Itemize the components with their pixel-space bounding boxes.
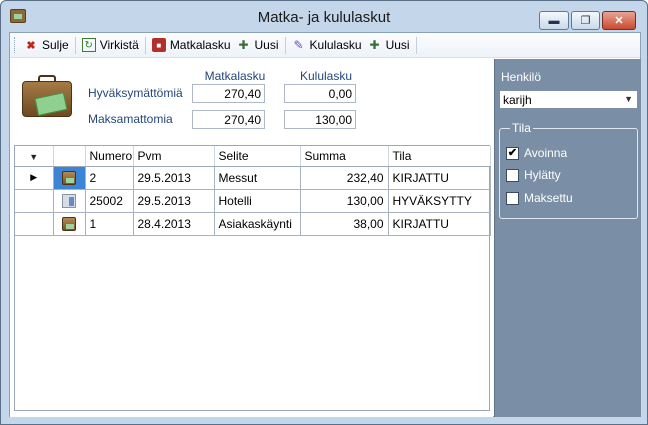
cell-selite[interactable]: Asiakaskäynti <box>214 212 301 236</box>
status-checkbox-hylatty[interactable]: Hylätty <box>506 168 561 182</box>
new-document-icon: ✚ <box>238 38 249 52</box>
new-expense-invoice-button[interactable]: ✚ Uusi <box>365 35 413 55</box>
status-checkbox-maksettu[interactable]: Maksettu <box>506 191 573 205</box>
cell-tila[interactable]: HYVÄKSYTTY <box>388 189 491 213</box>
minimize-button[interactable]: ▬ <box>539 11 569 30</box>
client-area: ✖ Sulje ↻ Virkistä ■ Matkalasku ✚ Uusi ✎… <box>9 32 641 417</box>
title-bar[interactable]: Matka- ja kululaskut ▬ ❐ ✕ <box>1 1 647 31</box>
refresh-button[interactable]: ↻ Virkistä <box>79 35 142 55</box>
row-type-cell[interactable] <box>53 166 86 190</box>
expense-icon <box>62 193 76 208</box>
person-select-value: karijh <box>503 93 532 107</box>
expense-invoice-icon: ✎ <box>293 38 304 52</box>
refresh-label: Virkistä <box>99 38 139 52</box>
checkbox-icon[interactable]: ✔ <box>506 146 519 160</box>
toolbar: ✖ Sulje ↻ Virkistä ■ Matkalasku ✚ Uusi ✎… <box>10 33 640 58</box>
cell-tila[interactable]: KIRJATTU <box>388 212 491 236</box>
toolbar-separator <box>415 36 417 54</box>
unpaid-label: Maksamattomia <box>88 112 173 126</box>
table-row[interactable]: ▶ 2 29.5.2013 Messut 232,40 KIRJATTU <box>15 166 491 190</box>
person-select[interactable]: karijh ▼ <box>499 90 638 109</box>
new-expense-invoice-label: Uusi <box>385 38 410 52</box>
toolbar-separator <box>144 36 146 54</box>
cell-summa[interactable]: 130,00 <box>300 189 389 213</box>
status-group: Tila ✔ Avoinna Hylätty Maksettu <box>499 121 638 219</box>
column-header-numero[interactable]: Numero <box>85 146 134 167</box>
filter-button[interactable]: ▼ <box>15 146 54 167</box>
toolbar-separator <box>74 36 76 54</box>
cell-numero[interactable]: 25002 <box>85 189 134 213</box>
cell-numero[interactable]: 2 <box>85 166 134 190</box>
person-label: Henkilö <box>501 70 542 84</box>
cell-summa[interactable]: 38,00 <box>300 212 389 236</box>
column-header-selite[interactable]: Selite <box>214 146 301 167</box>
expense-invoice-button[interactable]: ✎ Kululasku <box>289 35 365 55</box>
unpaid-travel-value: 270,40 <box>192 110 265 129</box>
checkbox-icon[interactable] <box>506 191 519 205</box>
new-travel-invoice-label: Uusi <box>254 38 279 52</box>
refresh-icon: ↻ <box>81 38 96 52</box>
row-selector[interactable]: ▶ <box>15 166 54 190</box>
toolbar-grip[interactable] <box>14 37 17 53</box>
maximize-button[interactable]: ❐ <box>571 11 600 30</box>
status-group-title: Tila <box>510 121 533 135</box>
column-header-tila[interactable]: Tila <box>388 146 491 167</box>
row-type-cell[interactable] <box>53 212 86 236</box>
toolbar-separator <box>284 36 286 54</box>
summary-header-expense: Kululasku <box>299 69 353 83</box>
close-window-button[interactable]: ✕ <box>602 11 636 30</box>
checkbox-icon[interactable] <box>506 168 519 182</box>
close-label: Sulje <box>42 38 69 52</box>
grid-header-row: ▼ Numero Pvm Selite Summa Tila <box>15 146 491 167</box>
main-panel: Matkalasku Kululasku Hyväksymättömiä 270… <box>10 59 493 417</box>
invoice-grid[interactable]: ▼ Numero Pvm Selite Summa Tila ▶ 2 29.5.… <box>14 145 491 411</box>
travel-invoice-label: Matkalasku <box>169 38 231 52</box>
unapproved-expense-value: 0,00 <box>284 84 356 103</box>
cell-pvm[interactable]: 28.4.2013 <box>133 212 215 236</box>
new-document-icon: ✚ <box>369 38 380 52</box>
filter-panel: Henkilö karijh ▼ Tila ✔ Avoinna Hylätty … <box>494 59 641 417</box>
cell-summa[interactable]: 232,40 <box>300 166 389 190</box>
row-type-cell[interactable] <box>53 189 86 213</box>
type-column-header[interactable] <box>53 146 86 167</box>
cell-selite[interactable]: Hotelli <box>214 189 301 213</box>
invoice-table: ▼ Numero Pvm Selite Summa Tila ▶ 2 29.5.… <box>15 146 491 236</box>
close-button[interactable]: ✖ Sulje <box>21 35 72 55</box>
unapproved-travel-value: 270,40 <box>192 84 265 103</box>
status-checkbox-avoinna[interactable]: ✔ Avoinna <box>506 146 567 160</box>
current-row-arrow-icon: ▶ <box>30 172 38 182</box>
cell-selite[interactable]: Messut <box>214 166 301 190</box>
briefcase-icon <box>22 73 74 119</box>
expense-invoice-label: Kululasku <box>309 38 362 52</box>
summary-header-travel: Matkalasku <box>204 69 266 83</box>
filter-icon: ▼ <box>29 151 39 162</box>
cell-tila[interactable]: KIRJATTU <box>388 166 491 190</box>
cell-pvm[interactable]: 29.5.2013 <box>133 189 215 213</box>
column-header-pvm[interactable]: Pvm <box>133 146 215 167</box>
cell-numero[interactable]: 1 <box>85 212 134 236</box>
table-row[interactable]: 1 28.4.2013 Asiakaskäynti 38,00 KIRJATTU <box>15 212 491 236</box>
travel-invoice-button[interactable]: ■ Matkalasku <box>149 35 234 55</box>
status-label: Maksettu <box>524 191 573 205</box>
column-header-summa[interactable]: Summa <box>300 146 389 167</box>
travel-icon <box>62 216 76 231</box>
row-selector[interactable] <box>15 212 54 236</box>
unpaid-expense-value: 130,00 <box>284 110 356 129</box>
close-icon: ✖ <box>26 39 36 52</box>
travel-icon <box>62 170 76 185</box>
unapproved-label: Hyväksymättömiä <box>88 86 183 100</box>
status-label: Avoinna <box>524 146 568 160</box>
row-selector[interactable] <box>15 189 54 213</box>
chevron-down-icon: ▼ <box>624 94 633 104</box>
status-label: Hylätty <box>524 168 561 182</box>
table-row[interactable]: 25002 29.5.2013 Hotelli 130,00 HYVÄKSYTT… <box>15 189 491 213</box>
new-travel-invoice-button[interactable]: ✚ Uusi <box>234 35 282 55</box>
cell-pvm[interactable]: 29.5.2013 <box>133 166 215 190</box>
travel-invoice-icon: ■ <box>151 38 166 52</box>
app-window: Matka- ja kululaskut ▬ ❐ ✕ ✖ Sulje ↻ Vir… <box>0 0 648 425</box>
